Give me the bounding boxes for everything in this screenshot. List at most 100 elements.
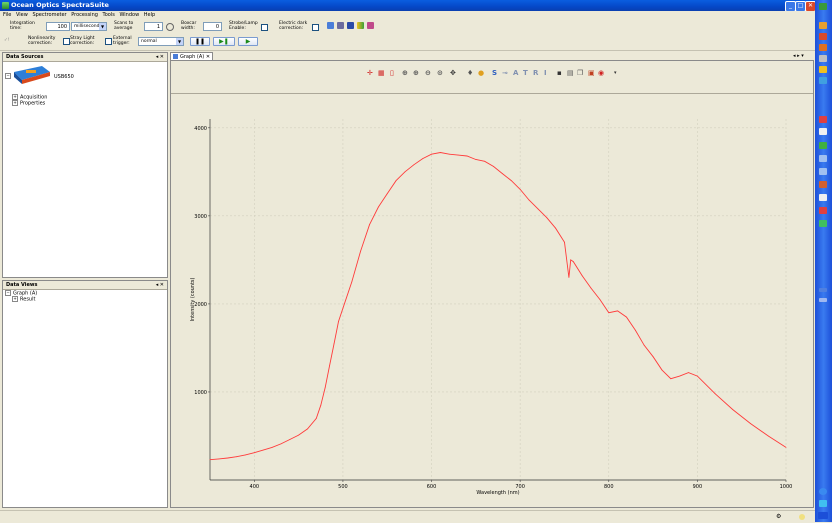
grid-icon[interactable]: ▦ [378,69,385,77]
x-tick-label: 400 [250,484,260,490]
spectrum-point [315,418,317,419]
menu-view[interactable]: View [16,11,28,19]
device-label[interactable]: USB650 [54,74,74,80]
spectrum-point [617,310,618,312]
zoom-fit-icon[interactable]: ⊙ [437,69,443,77]
data-views-panel: Data Views ◂ ✕ − Graph (A) + Result [2,280,168,508]
menu-tools[interactable]: Tools [103,11,115,19]
integration-time-input[interactable]: 100 [46,22,70,31]
launcher-icon[interactable] [819,44,827,51]
start-icon[interactable] [819,3,827,10]
spectrum-point [537,208,539,210]
taskbar-app-icon[interactable] [819,168,827,175]
menu-file[interactable]: File [3,11,11,19]
print-icon[interactable]: ▤ [567,69,574,77]
export-icon[interactable] [367,22,374,29]
pan-icon[interactable]: ✥ [450,69,456,77]
pin-close-icon[interactable]: ◂ ✕ [156,281,164,289]
launcher-icon[interactable] [819,33,827,40]
absorbance-icon[interactable]: A [513,69,518,77]
pin-icon[interactable]: ♦ [467,69,473,77]
menu-processing[interactable]: Processing [71,11,98,19]
menu-window[interactable]: Window [119,11,139,19]
taskbar-app-icon[interactable] [819,220,827,227]
table-icon[interactable] [337,22,344,29]
chart-menu-icon[interactable]: ▾ [614,69,617,77]
reflection-icon[interactable]: R [533,69,538,77]
launcher-icon[interactable] [819,77,827,84]
single-step-button[interactable]: ▶❚ [213,37,235,46]
bar-icon[interactable]: ▯ [390,69,394,77]
irradiance-icon[interactable]: I [544,69,547,77]
spectrum-point [386,193,388,195]
spectrum-point [643,344,645,346]
spectrum-point [519,189,521,190]
trigger-mode-select[interactable]: normal ▼ [138,37,184,46]
zoom-in-icon[interactable]: ⊕ [402,69,408,77]
menu-help[interactable]: Help [144,11,155,19]
spectrum-data-points [209,152,787,461]
y-tick-label: 3000 [194,214,207,220]
strobe-enable-checkbox[interactable] [261,24,268,31]
text-icon[interactable] [347,22,354,29]
keyboard-icon[interactable] [819,298,827,302]
spectrum-point [329,365,330,366]
copy-icon[interactable]: ❐ [577,69,583,77]
taskbar-app-icon[interactable] [819,128,827,135]
status-gear-icon[interactable]: ⚙ [776,513,781,520]
spectrum-point [750,423,751,424]
spectrum-point [564,241,565,243]
lightbulb-icon[interactable]: ● [478,69,484,77]
integration-unit-select[interactable]: milliseconds ▼ [71,22,107,31]
boxcar-width-input[interactable]: 0 [203,22,222,31]
launcher-icon[interactable] [819,22,827,29]
taskbar-app-icon[interactable] [819,155,827,162]
wizard-icon[interactable] [357,22,364,29]
taskbar-app-icon[interactable] [819,207,827,214]
play-button[interactable]: ▶ [238,37,258,46]
taskbar-app-icon[interactable] [819,142,827,149]
chart-icon[interactable] [327,22,334,29]
language-icon[interactable] [819,288,827,292]
taskbar-app-icon[interactable] [819,194,827,201]
pin-close-icon[interactable]: ◂ ✕ [156,53,164,61]
crosshair-icon[interactable]: ✛ [367,69,373,77]
menu-bar: File View Spectrometer Processing Tools … [0,11,815,19]
tree-item-properties[interactable]: + Properties [12,100,45,107]
scans-to-average-input[interactable]: 1 [144,22,163,31]
launcher-icon[interactable] [819,55,827,62]
transmission-icon[interactable]: T [523,69,528,77]
delete-icon[interactable]: ◉ [598,69,604,77]
launcher-icon[interactable] [819,66,827,73]
external-trigger-checkbox[interactable] [105,38,112,45]
x-tick-label: 900 [693,484,703,490]
peak-icon[interactable]: ⊸ [502,69,508,77]
acquisition-toolbar: Integration time: 100 milliseconds ▼ Scan… [0,19,815,51]
scope-mode-icon[interactable]: S [492,69,497,77]
tree-item-result[interactable]: + Result [12,296,35,303]
spectrum-point [431,153,432,155]
reset-icon[interactable] [166,23,174,31]
spectrum-point [413,164,415,166]
tab-scroll-icon[interactable]: ◂ ▸ ▾ [793,53,804,59]
tray-icon[interactable] [819,500,827,507]
stray-light-checkbox[interactable] [63,38,70,45]
spectrum-point [502,173,503,174]
spectrum-point [670,378,672,380]
spectrum-chart[interactable]: 400 500 600 700 800 900 10001000200030004000 W… [171,94,813,507]
network-icon[interactable] [819,488,827,495]
taskbar-app-icon[interactable] [819,116,827,123]
zoom-out-icon[interactable]: ⊖ [425,69,431,77]
taskbar-app-icon[interactable] [819,181,827,188]
electric-dark-checkbox[interactable] [312,24,319,31]
overlay-icon[interactable]: ▣ [588,69,595,77]
pause-button[interactable]: ❚❚ [190,37,210,46]
spectrum-point [528,199,530,201]
spectrum-point [697,375,698,377]
menu-spectrometer[interactable]: Spectrometer [32,11,66,19]
save-icon[interactable]: ▪ [557,69,562,77]
spectrum-point [555,227,556,229]
spectrum-point [395,180,397,181]
zoom-x-icon[interactable]: ⊕ [413,69,419,77]
spectrum-point [262,449,264,451]
